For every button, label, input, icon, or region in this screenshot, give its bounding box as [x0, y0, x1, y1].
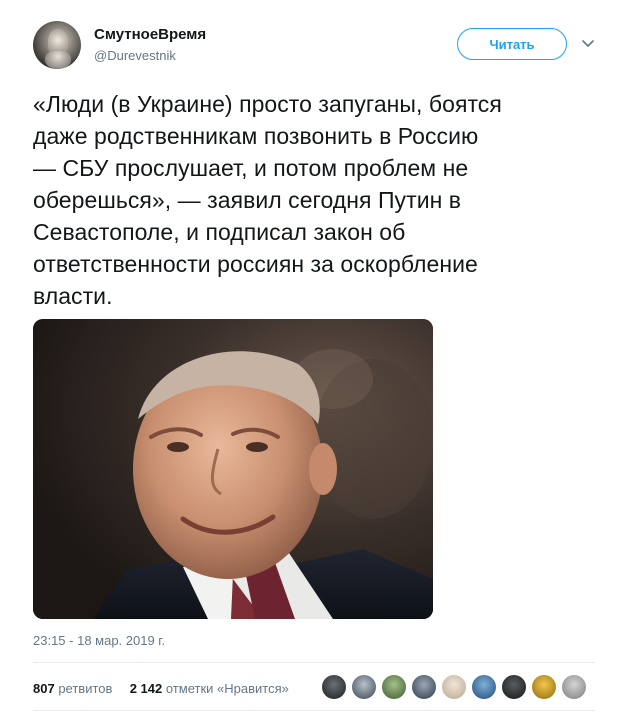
tweet-text-line: «Люди (в Украине) просто запуганы, боятс…	[33, 91, 502, 117]
tweet-stats: 807 ретвитов 2 142 отметки «Нравится»	[33, 681, 289, 696]
tweet-photo[interactable]	[33, 319, 433, 619]
tweet-header: СмутноеВремя @Durevestnik Читать	[33, 21, 603, 73]
liker-avatar[interactable]	[471, 674, 497, 700]
author-display-name[interactable]: СмутноеВремя	[94, 26, 206, 43]
liker-avatar[interactable]	[501, 674, 527, 700]
author-handle[interactable]: @Durevestnik	[94, 48, 176, 63]
liker-avatars	[321, 674, 591, 702]
stats-divider-top	[33, 662, 595, 663]
liker-avatar[interactable]	[531, 674, 557, 700]
retweets-count[interactable]: 807	[33, 681, 55, 696]
likes-count[interactable]: 2 142	[130, 681, 163, 696]
photo-illustration	[33, 319, 433, 619]
tweet-text-line: даже родственникам позвонить в Россию	[33, 123, 479, 149]
tweet-text-line: Севастополе, и подписал закон об	[33, 219, 406, 245]
chevron-down-icon[interactable]	[579, 35, 597, 53]
liker-avatar[interactable]	[411, 674, 437, 700]
tweet-text-line: ответственности россиян за оскорбление	[33, 251, 478, 277]
liker-avatar[interactable]	[321, 674, 347, 700]
tweet-timestamp[interactable]: 23:15 - 18 мар. 2019 г.	[33, 633, 165, 648]
stats-divider-bottom	[33, 710, 595, 711]
tweet-text-line: оберешься», — заявил сегодня Путин в	[33, 187, 462, 213]
tweet-text: «Люди (в Украине) просто запуганы, боятс…	[33, 88, 598, 312]
liker-avatar[interactable]	[561, 674, 587, 700]
avatar-beard	[45, 51, 71, 69]
tweet-text-line: власти.	[33, 283, 113, 309]
likes-label[interactable]: отметки «Нравится»	[166, 681, 289, 696]
follow-button[interactable]: Читать	[457, 28, 567, 60]
liker-avatar[interactable]	[441, 674, 467, 700]
author-avatar[interactable]	[33, 21, 81, 69]
retweets-label[interactable]: ретвитов	[58, 681, 112, 696]
liker-avatar[interactable]	[381, 674, 407, 700]
liker-avatar[interactable]	[351, 674, 377, 700]
tweet-text-line: — СБУ прослушает, и потом проблем не	[33, 155, 469, 181]
